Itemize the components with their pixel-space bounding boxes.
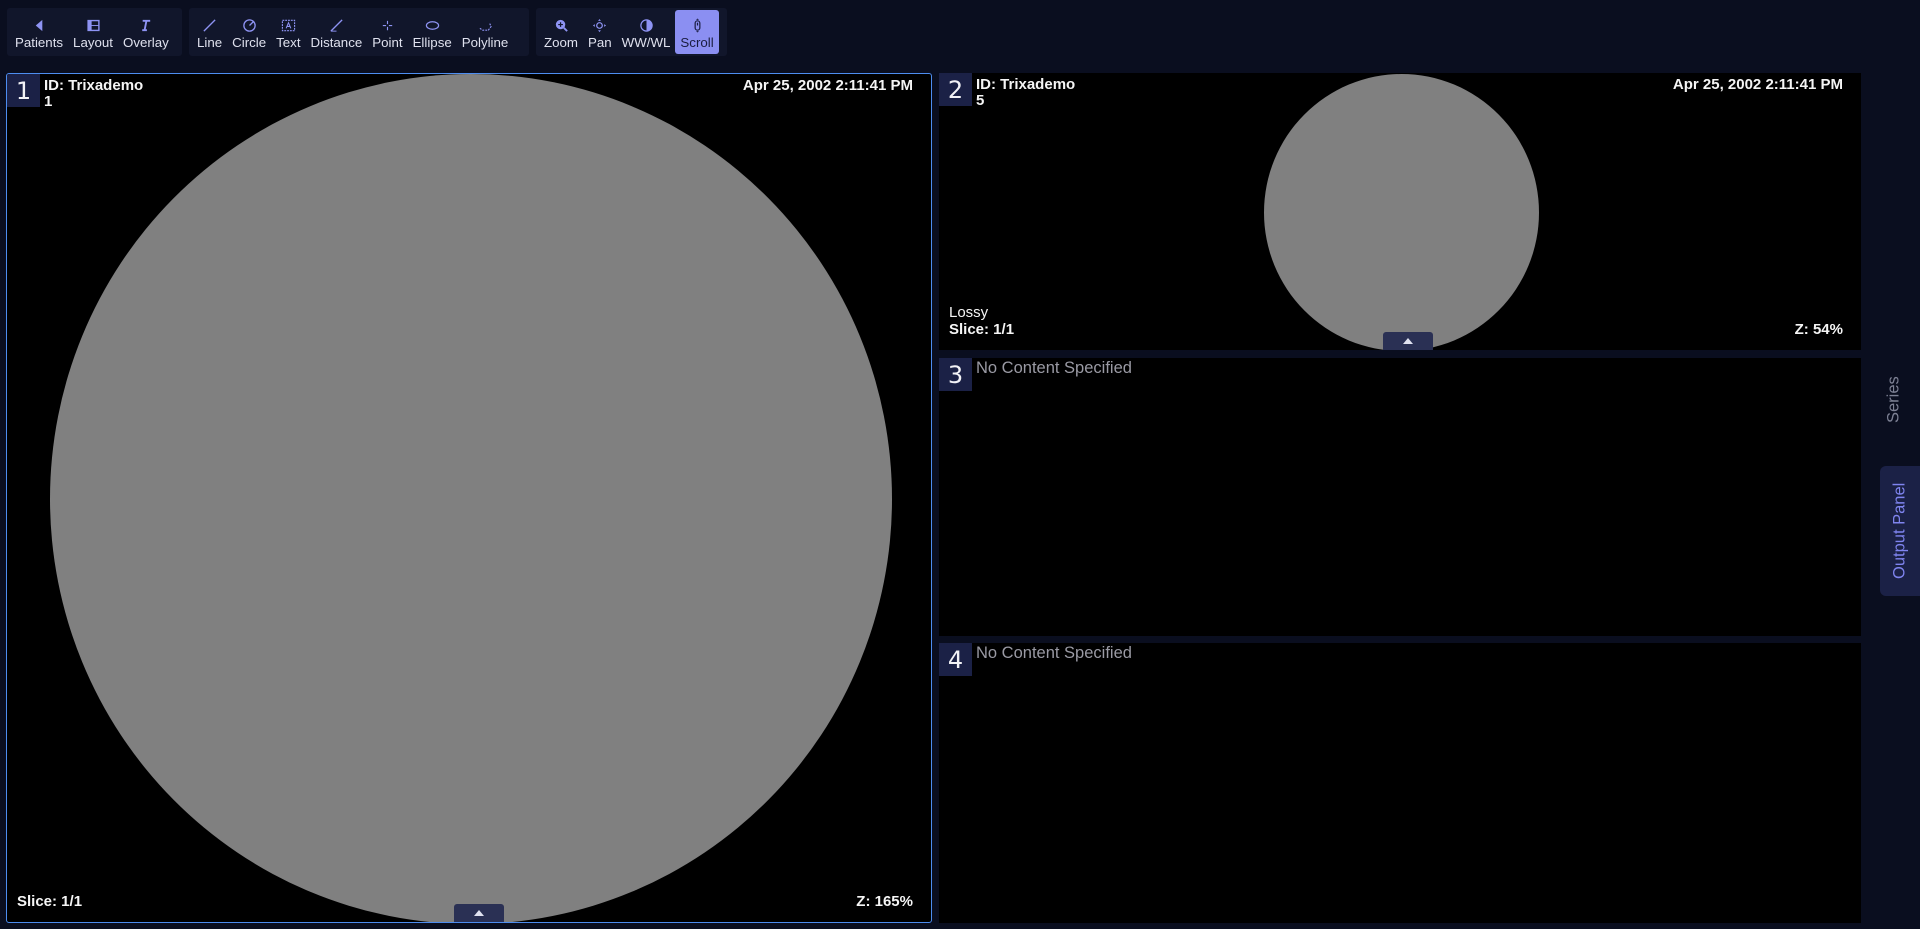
- contrast-icon: [637, 16, 655, 34]
- viewport-number: 3: [939, 358, 972, 391]
- zoom-label: Z: 54%: [1794, 321, 1843, 338]
- compression-label: Lossy: [949, 304, 989, 321]
- text-tool-button[interactable]: Text: [271, 10, 305, 54]
- pan-tool-button[interactable]: Pan: [583, 10, 617, 54]
- toolbar-group-navigation: Patients Layout Overlay: [7, 8, 182, 56]
- dicom-image: [50, 74, 892, 922]
- patients-button[interactable]: Patients: [10, 10, 68, 54]
- ellipse-icon: [423, 16, 441, 34]
- distance-icon: [327, 16, 345, 34]
- text-italic-icon: [137, 16, 155, 34]
- viewer-app: Patients Layout Overlay Line Circle Text…: [0, 0, 1920, 929]
- expand-viewport-toggle[interactable]: [454, 904, 504, 922]
- chevron-up-icon: [474, 910, 484, 916]
- viewport-3[interactable]: 3 No Content Specified: [939, 358, 1861, 636]
- text-box-icon: [279, 16, 297, 34]
- slice-label: Slice: 1/1: [17, 893, 83, 910]
- toolbar-group-view: Zoom Pan WW/WL Scroll: [536, 8, 727, 56]
- scroll-icon: [688, 16, 706, 34]
- viewport-2[interactable]: 2 ID: Trixademo 5 Apr 25, 2002 2:11:41 P…: [939, 73, 1861, 350]
- chevron-left-icon: [30, 16, 48, 34]
- polyline-icon: [476, 16, 494, 34]
- polyline-tool-button[interactable]: Polyline: [457, 10, 514, 54]
- viewport-number: 4: [939, 643, 972, 676]
- line-tool-button[interactable]: Line: [192, 10, 227, 54]
- output-panel-tab[interactable]: Output Panel: [1880, 466, 1920, 596]
- layout-grid-icon: [84, 16, 102, 34]
- toolbar-group-annotation: Line Circle Text Distance Point Ellipse …: [189, 8, 529, 56]
- viewport-1[interactable]: 1 ID: Trixademo 1 Apr 25, 2002 2:11:41 P…: [6, 73, 932, 923]
- layout-button[interactable]: Layout: [68, 10, 118, 54]
- wwwl-tool-button[interactable]: WW/WL: [617, 10, 676, 54]
- zoom-label: Z: 165%: [856, 893, 913, 910]
- study-date-label: Apr 25, 2002 2:11:41 PM: [742, 77, 913, 94]
- viewport-number: 1: [7, 74, 40, 107]
- toolbar: Patients Layout Overlay Line Circle Text…: [0, 0, 1920, 68]
- scroll-tool-button[interactable]: Scroll: [675, 10, 719, 54]
- series-panel-tab[interactable]: Series: [1882, 370, 1906, 430]
- study-date-label: Apr 25, 2002 2:11:41 PM: [1672, 76, 1843, 93]
- zoom-icon: [552, 16, 570, 34]
- patient-id-label: ID: Trixademo: [44, 77, 144, 94]
- empty-viewport-message: No Content Specified: [976, 359, 1132, 377]
- series-number-label: 5: [976, 92, 985, 109]
- zoom-tool-button[interactable]: Zoom: [539, 10, 583, 54]
- circle-icon: [240, 16, 258, 34]
- circle-tool-button[interactable]: Circle: [227, 10, 271, 54]
- distance-tool-button[interactable]: Distance: [306, 10, 368, 54]
- viewport-number: 2: [939, 73, 972, 106]
- point-icon: [378, 16, 396, 34]
- expand-viewport-toggle[interactable]: [1383, 332, 1433, 350]
- overlay-button[interactable]: Overlay: [118, 10, 174, 54]
- dicom-image: [1264, 74, 1539, 350]
- line-icon: [201, 16, 219, 34]
- series-number-label: 1: [44, 93, 53, 110]
- chevron-up-icon: [1403, 338, 1413, 344]
- patient-id-label: ID: Trixademo: [976, 76, 1076, 93]
- pan-icon: [591, 16, 609, 34]
- slice-label: Slice: 1/1: [949, 321, 1015, 338]
- viewport-4[interactable]: 4 No Content Specified: [939, 643, 1861, 923]
- empty-viewport-message: No Content Specified: [976, 644, 1132, 662]
- point-tool-button[interactable]: Point: [367, 10, 407, 54]
- ellipse-tool-button[interactable]: Ellipse: [408, 10, 457, 54]
